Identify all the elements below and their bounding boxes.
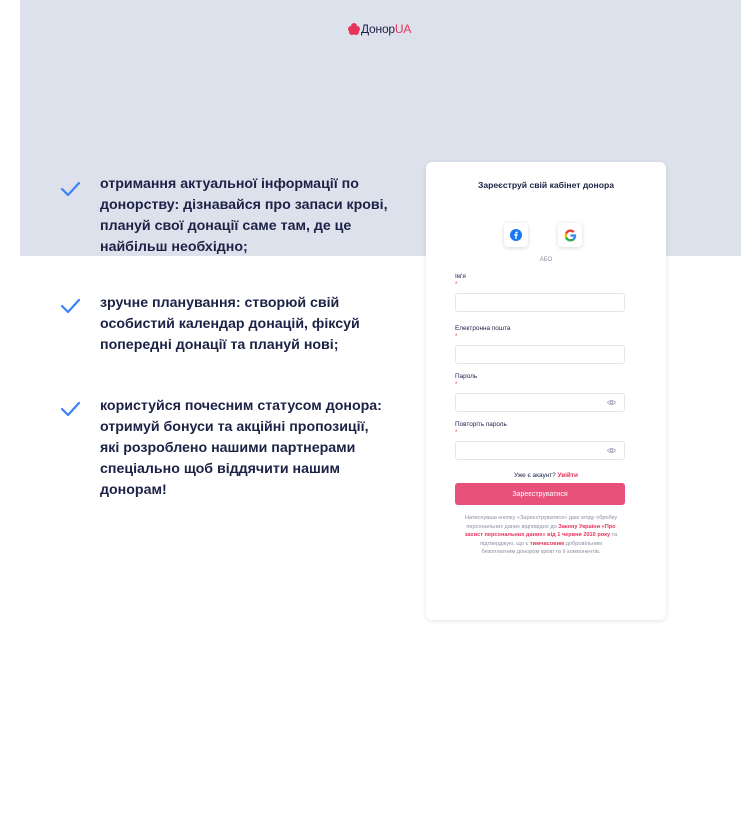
name-label: Ім'я [455, 273, 466, 280]
email-label: Електронна пошта [455, 325, 511, 332]
benefit-text: зручне планування: створюй свій особисти… [100, 295, 360, 353]
password-repeat-field[interactable] [455, 441, 625, 462]
name-field[interactable] [455, 293, 625, 314]
facebook-icon [510, 229, 522, 241]
eye-icon[interactable] [607, 399, 616, 406]
email-input[interactable] [456, 349, 618, 366]
benefit-text: користуйся почесним статусом донора: отр… [100, 398, 382, 498]
login-link[interactable]: Увійти [558, 472, 578, 479]
brand-logo[interactable]: Донор UA [348, 22, 411, 36]
checkmark-icon [60, 298, 80, 314]
status-link[interactable]: тимчасовим [530, 541, 564, 547]
flower-icon [348, 23, 360, 35]
login-prompt-text: Уже є акаунт? [514, 472, 556, 479]
consent-text: Натиснувши кнопку «Зареєструватися» даю … [463, 514, 619, 557]
required-mark: * [455, 282, 458, 288]
password-label: Пароль [455, 373, 478, 380]
benefit-text: отримання актуальної інформації по донор… [100, 176, 388, 255]
form-title: Зареєструй свій кабінет донора [477, 180, 615, 190]
brand-name: Донор [361, 22, 395, 36]
email-field[interactable] [455, 345, 625, 366]
required-mark: * [455, 430, 458, 436]
name-input[interactable] [456, 297, 618, 314]
google-icon [564, 229, 576, 241]
facebook-login-button[interactable] [504, 223, 528, 247]
register-button[interactable]: Зареєструватися [455, 483, 625, 505]
password-repeat-input[interactable] [456, 445, 618, 462]
registration-card: Зареєструй свій кабінет донора АБО Ім'я … [426, 162, 666, 620]
or-divider: АБО [539, 257, 553, 263]
brand-accent: UA [394, 22, 412, 36]
checkmark-icon [60, 401, 80, 417]
password-field[interactable] [455, 393, 625, 414]
google-login-button[interactable] [558, 223, 582, 247]
password-input[interactable] [456, 397, 618, 414]
required-mark: * [455, 334, 458, 340]
required-mark: * [455, 382, 458, 388]
password-repeat-label: Повторіть пароль [455, 421, 507, 428]
checkmark-icon [60, 181, 80, 197]
eye-icon[interactable] [607, 447, 616, 454]
login-prompt: Уже є акаунт? Увійти [426, 472, 666, 479]
